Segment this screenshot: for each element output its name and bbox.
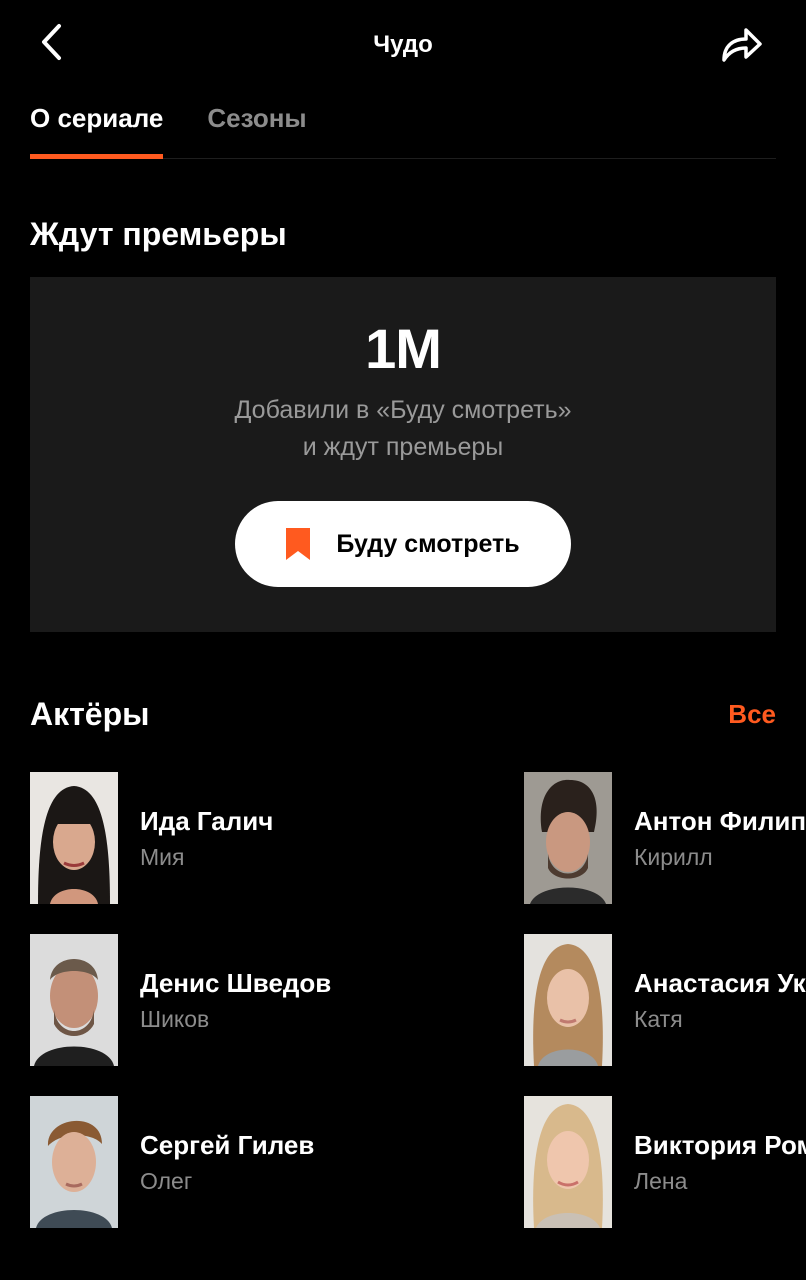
actor-role: Олег: [140, 1168, 193, 1194]
actor-name: Сергей Гилев: [140, 1130, 315, 1160]
actor-card[interactable]: Сергей Гилев Олег: [30, 1096, 430, 1228]
tab-about[interactable]: О сериале: [30, 96, 164, 159]
actors-section-title: Актёры: [30, 696, 150, 732]
watch-later-label: Буду смотреть: [336, 529, 520, 558]
actor-photo: [524, 934, 612, 1066]
waiting-description: Добавили в «Буду смотреть» и ждут премье…: [30, 392, 776, 466]
premiere-section-title: Ждут премьеры: [30, 216, 287, 252]
actor-role: Шиков: [140, 1006, 210, 1032]
actor-card[interactable]: Денис Шведов Шиков: [30, 934, 430, 1066]
actor-photo: [524, 772, 612, 904]
premiere-card: 1M Добавили в «Буду смотреть» и ждут пре…: [30, 277, 776, 632]
actor-role: Кирилл: [634, 844, 713, 870]
actor-photo: [30, 1096, 118, 1228]
waiting-count: 1M: [365, 317, 442, 380]
top-bar: Чудо: [0, 0, 806, 90]
actor-card[interactable]: Анастасия Уколова Катя: [524, 934, 806, 1066]
watch-later-button[interactable]: Буду смотреть: [235, 501, 571, 587]
tab-bar: О сериале Сезоны: [30, 96, 776, 159]
page-title: Чудо: [373, 31, 433, 58]
actor-card[interactable]: Виктория Романенко Лена: [524, 1096, 806, 1228]
actor-name: Анастасия Уколова: [634, 968, 806, 998]
share-button[interactable]: [718, 20, 766, 68]
waiting-description-line-2: и ждут премьеры: [302, 433, 504, 461]
actor-name: Антон Филиппенко: [634, 806, 806, 836]
actor-name: Виктория Романенко: [634, 1130, 806, 1160]
actor-name: Ида Галич: [140, 806, 274, 836]
tab-about-label: О сериале: [30, 103, 164, 133]
actor-role: Мия: [140, 844, 185, 870]
bookmark-icon: [286, 528, 311, 560]
active-tab-indicator: [30, 154, 164, 159]
all-actors-link[interactable]: Все: [728, 697, 776, 731]
actor-name: Денис Шведов: [140, 968, 332, 998]
actor-role: Лена: [634, 1168, 688, 1194]
tab-seasons-label: Сезоны: [207, 103, 307, 133]
tab-seasons[interactable]: Сезоны: [207, 96, 306, 158]
actor-photo: [30, 772, 118, 904]
actor-card[interactable]: Антон Филиппенко Кирилл: [524, 772, 806, 904]
actors-grid: Ида Галич Мия Антон Филиппенко Кирилл: [30, 772, 806, 1242]
share-icon: [722, 28, 762, 62]
waiting-description-line-1: Добавили в «Буду смотреть»: [234, 396, 572, 424]
actor-card[interactable]: Ида Галич Мия: [30, 772, 430, 904]
actor-role: Катя: [634, 1006, 683, 1032]
actor-photo: [524, 1096, 612, 1228]
actor-photo: [30, 934, 118, 1066]
